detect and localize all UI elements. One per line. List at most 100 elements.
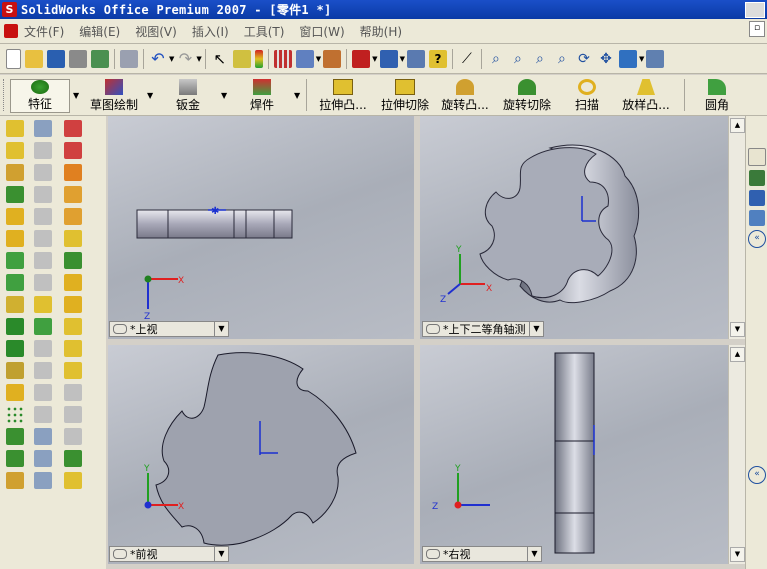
tab-sheetmetal[interactable]: 钣金 bbox=[160, 79, 216, 113]
zoom-area-icon[interactable]: ⌕ bbox=[509, 50, 527, 68]
core-icon[interactable] bbox=[64, 362, 82, 379]
help-icon[interactable]: ? bbox=[428, 49, 447, 68]
appearance-icon[interactable] bbox=[352, 49, 371, 68]
extrude-cut-button[interactable]: 拉伸切除 bbox=[378, 79, 432, 113]
delete-icon[interactable] bbox=[64, 318, 82, 335]
grid-icon[interactable] bbox=[273, 49, 292, 68]
dropdown-icon[interactable]: ▼ bbox=[529, 322, 543, 336]
zoom-fit-icon[interactable]: ⌕ bbox=[487, 50, 505, 68]
draft-icon[interactable] bbox=[6, 340, 24, 357]
viewport-label-top[interactable]: *上视 ▼ bbox=[109, 321, 229, 337]
zoom-in-icon[interactable]: ⌕ bbox=[531, 50, 549, 68]
pan-icon[interactable]: ✥ bbox=[597, 50, 615, 68]
dropdown-icon[interactable]: ▼ bbox=[214, 547, 228, 561]
freeform-icon[interactable] bbox=[64, 472, 82, 489]
split-icon[interactable] bbox=[34, 318, 52, 335]
shell-icon[interactable] bbox=[6, 296, 24, 313]
dome-icon[interactable] bbox=[6, 384, 24, 401]
menu-view[interactable]: 视图(V) bbox=[135, 23, 177, 40]
open-icon[interactable] bbox=[25, 49, 43, 68]
select-icon[interactable]: ↖ bbox=[211, 50, 229, 68]
sketch-tool-icon[interactable] bbox=[295, 49, 314, 68]
undo-icon[interactable]: ↶ bbox=[149, 49, 167, 68]
collapse-icon[interactable]: « bbox=[748, 466, 766, 484]
dropdown-icon[interactable]: ▼ bbox=[527, 547, 541, 561]
viewport-front[interactable]: X Y *前视 ▼ bbox=[108, 345, 414, 564]
structural-icon[interactable] bbox=[64, 142, 82, 159]
redo-icon[interactable]: ↷ bbox=[176, 49, 194, 68]
menu-edit[interactable]: 编辑(E) bbox=[79, 23, 120, 40]
loft-icon[interactable] bbox=[6, 230, 24, 247]
save-icon[interactable] bbox=[47, 49, 65, 68]
sweep-icon[interactable] bbox=[6, 208, 24, 225]
extrude-icon[interactable] bbox=[6, 120, 24, 137]
viewport-top[interactable]: ✱ X Z *上视 ▼ bbox=[108, 116, 414, 339]
tab-feature[interactable]: 特征 bbox=[10, 79, 70, 113]
rotate-icon[interactable]: ⟳ bbox=[575, 50, 593, 68]
view-orientation-icon[interactable] bbox=[618, 49, 637, 68]
sketch-relations-icon[interactable]: ⟋ bbox=[458, 50, 476, 68]
axis-icon[interactable] bbox=[6, 472, 24, 489]
scrollbar-vertical-upper[interactable]: ▲ ▼ bbox=[728, 116, 745, 339]
menu-help[interactable]: 帮助(H) bbox=[360, 23, 402, 40]
zoom-out-icon[interactable]: ⌕ bbox=[553, 50, 571, 68]
sheet-icon[interactable] bbox=[34, 120, 52, 137]
cavity-icon[interactable] bbox=[64, 340, 82, 357]
resources-icon[interactable] bbox=[749, 170, 765, 186]
rebuild-icon[interactable] bbox=[232, 49, 251, 68]
dropdown-icon[interactable]: ▼ bbox=[214, 322, 228, 336]
plane-icon[interactable] bbox=[6, 450, 24, 467]
viewport-trimetric[interactable]: X Y Z *上下二等角轴测 ▼ bbox=[420, 116, 728, 339]
home-icon[interactable] bbox=[748, 148, 766, 166]
move-icon[interactable] bbox=[64, 274, 82, 291]
wrap-icon[interactable] bbox=[64, 296, 82, 313]
search-icon[interactable] bbox=[749, 210, 765, 226]
surface-icon[interactable] bbox=[34, 428, 52, 445]
pattern-icon[interactable] bbox=[6, 406, 24, 423]
chamfer-icon[interactable] bbox=[6, 274, 24, 291]
menu-tools[interactable]: 工具(T) bbox=[244, 23, 285, 40]
new-icon[interactable] bbox=[6, 48, 21, 69]
window-control-button[interactable] bbox=[745, 2, 765, 18]
properties-icon[interactable] bbox=[406, 49, 425, 68]
sweep-button[interactable]: 扫描 bbox=[572, 79, 602, 113]
loft-boss-button[interactable]: 放样凸... bbox=[618, 79, 674, 113]
restore-icon[interactable]: ▫ bbox=[749, 21, 765, 37]
viewport-label-right[interactable]: *右视 ▼ bbox=[422, 546, 542, 562]
viewport-right[interactable]: Z Y *右视 ▼ bbox=[420, 345, 728, 564]
revolve-cut-icon[interactable] bbox=[6, 186, 24, 203]
fillet-icon[interactable] bbox=[6, 252, 24, 269]
fillet-button[interactable]: 圆角 bbox=[700, 79, 734, 113]
trim-icon[interactable] bbox=[64, 164, 82, 181]
library-icon[interactable] bbox=[749, 190, 765, 206]
menu-file[interactable]: 文件(F) bbox=[24, 23, 64, 40]
surface-icon[interactable] bbox=[34, 450, 52, 467]
print-preview-icon[interactable] bbox=[120, 49, 138, 68]
viewport-label-front[interactable]: *前视 ▼ bbox=[109, 546, 229, 562]
revolve-cut-button[interactable]: 旋转切除 bbox=[500, 79, 554, 113]
revolve-boss-button[interactable]: 旋转凸... bbox=[437, 79, 493, 113]
weld-icon[interactable] bbox=[64, 120, 82, 137]
cut-extrude-icon[interactable] bbox=[6, 142, 24, 159]
menu-window[interactable]: 窗口(W) bbox=[299, 23, 344, 40]
traffic-light-icon[interactable] bbox=[254, 49, 263, 68]
curve-icon[interactable] bbox=[34, 296, 52, 313]
hole-icon[interactable] bbox=[6, 362, 24, 379]
surface-icon[interactable] bbox=[34, 472, 52, 489]
display-style-icon[interactable] bbox=[379, 49, 398, 68]
end-cap-icon[interactable] bbox=[64, 186, 82, 203]
boundary-icon[interactable] bbox=[64, 450, 82, 467]
gusset-icon[interactable] bbox=[64, 208, 82, 225]
options-icon[interactable] bbox=[91, 49, 109, 68]
viewport-label-trimetric[interactable]: *上下二等角轴测 ▼ bbox=[422, 321, 544, 337]
revolve-icon[interactable] bbox=[6, 164, 24, 181]
extrude-boss-button[interactable]: 拉伸凸... bbox=[314, 79, 372, 113]
menu-insert[interactable]: 插入(I) bbox=[192, 23, 229, 40]
measure-icon[interactable] bbox=[323, 49, 342, 68]
bead-icon[interactable] bbox=[64, 230, 82, 247]
tab-sketch[interactable]: 草图绘制 bbox=[84, 79, 144, 113]
more-icon[interactable] bbox=[646, 49, 665, 68]
collapse-icon[interactable]: « bbox=[748, 230, 766, 248]
scrollbar-vertical-lower[interactable]: ▲ ▼ bbox=[728, 345, 745, 564]
rib-icon[interactable] bbox=[6, 318, 24, 335]
